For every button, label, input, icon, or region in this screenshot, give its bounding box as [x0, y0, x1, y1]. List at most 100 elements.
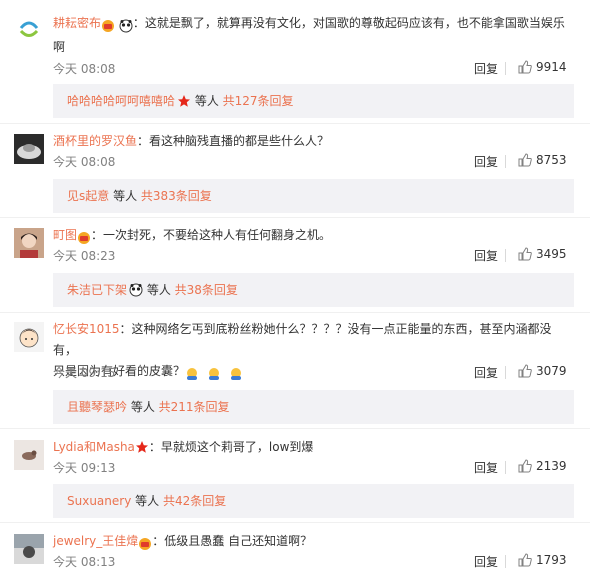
avatar[interactable] [14, 228, 44, 258]
comment-text: ：这就是飘了，就算再没有文化，对国歌的尊敬起码应该有，也不能拿国歌当娱乐 [132, 16, 565, 30]
sub-reply-count-link[interactable]: 共127条回复 [223, 94, 294, 108]
avatar-image [14, 228, 44, 258]
comment-body: Lydia和Masha ：早就烦这个莉哥了，low到爆 [53, 437, 574, 458]
comment-time: 今天 08:08 [53, 155, 116, 169]
comment-meta: 今天 08:23 回复 3495 [53, 245, 574, 265]
thumbs-up-icon [518, 60, 532, 74]
comment-divider [0, 428, 590, 429]
reply-button[interactable]: 回复 [474, 60, 498, 77]
avatar-image [14, 534, 44, 564]
comment-divider [0, 217, 590, 218]
username-link[interactable]: 町图 [53, 228, 77, 242]
thumbs-up-icon [518, 153, 532, 167]
comment-item: jewelry_王佳煒 ：低级且愚蠢 自己还知道啊？ 今天 08:13 回复 1… [0, 534, 590, 576]
like-button[interactable]: 3495 [518, 246, 574, 264]
red-star-icon [135, 441, 148, 453]
thumbs-up-icon [518, 364, 532, 378]
comment-divider [0, 312, 590, 313]
sub-reply-count-link[interactable]: 共211条回复 [159, 400, 230, 414]
reply-button[interactable]: 回复 [474, 364, 498, 381]
reply-button[interactable]: 回复 [474, 153, 498, 170]
sub-reply-count-link[interactable]: 共38条回复 [175, 283, 238, 297]
comment-meta: 今天 08:13 回复 1793 [53, 551, 574, 571]
sub-reply-count-link[interactable]: 共383条回复 [141, 189, 212, 203]
sub-reply-mid: 等人 [109, 189, 141, 203]
divider [505, 555, 506, 568]
comment-body: 酒杯里的罗汉鱼：看这种脑残直播的都是些什么人？ [53, 131, 574, 152]
like-count: 8753 [536, 153, 567, 167]
divider [505, 249, 506, 262]
divider [505, 62, 506, 75]
sub-reply-mid: 等人 [143, 283, 175, 297]
sub-replies-bar[interactable]: 见s起意 等人 共383条回复 [53, 179, 574, 213]
sub-reply-user[interactable]: 且聽琴瑟吟 [67, 400, 127, 414]
username-link[interactable]: 耕耘密布 [53, 16, 101, 30]
comment-body: 耕耘密布 ：这就是飘了，就算再没有文化，对国歌的尊敬起码应该有，也不能拿国歌当娱… [53, 13, 574, 58]
like-button[interactable]: 9914 [518, 59, 574, 77]
reply-button[interactable]: 回复 [474, 459, 498, 476]
comment-meta: 今天 09:13 回复 2139 [53, 457, 574, 477]
vip-badge-icon [78, 232, 91, 244]
sub-reply-mid: 等人 [127, 400, 159, 414]
avatar-image [14, 14, 44, 44]
sub-reply-mid: 等人 [131, 494, 163, 508]
like-count: 2139 [536, 459, 567, 473]
sub-reply-mid: 等人 [191, 94, 223, 108]
comment-item: 酒杯里的罗汉鱼：看这种脑残直播的都是些什么人？ 今天 08:08 回复 8753… [0, 134, 590, 218]
comment-text-cont: 啊 [53, 40, 66, 54]
comment-text: ：早就烦这个莉哥了，low到爆 [148, 440, 314, 454]
sub-replies-bar[interactable]: 朱洁已下架 等人 共38条回复 [53, 273, 574, 307]
sub-reply-count-link[interactable]: 共42条回复 [163, 494, 226, 508]
comment-feed: 耕耘密布 ：这就是飘了，就算再没有文化，对国歌的尊敬起码应该有，也不能拿国歌当娱… [0, 0, 590, 576]
sub-reply-user[interactable]: 见s起意 [67, 189, 109, 203]
username-link[interactable]: 酒杯里的罗汉鱼 [53, 134, 137, 148]
comment-time: 今天 09:13 [53, 461, 116, 475]
like-count: 3495 [536, 247, 567, 261]
like-button[interactable]: 2139 [518, 458, 574, 476]
comment-time: 今天 08:13 [53, 555, 116, 569]
avatar[interactable] [14, 440, 44, 470]
reply-button[interactable]: 回复 [474, 247, 498, 264]
thumbs-up-icon [518, 459, 532, 473]
comment-text: ：一次封死，不要给这种人有任何翻身之机。 [91, 228, 332, 242]
sub-replies-bar[interactable]: 且聽琴瑟吟 等人 共211条回复 [53, 390, 574, 424]
comment-item: Lydia和Masha ：早就烦这个莉哥了，low到爆 今天 09:13 回复 2… [0, 440, 590, 524]
sub-replies-bar[interactable]: Suxuanery 等人 共42条回复 [53, 484, 574, 518]
comment-time: 今天 08:23 [53, 249, 116, 263]
username-link[interactable]: 忆长安1015 [53, 322, 120, 336]
divider [505, 366, 506, 379]
like-count: 9914 [536, 60, 567, 74]
username-link[interactable]: Lydia和Masha [53, 440, 135, 454]
divider [505, 155, 506, 168]
panda-emoji-icon [119, 19, 133, 33]
divider [505, 461, 506, 474]
comment-divider [0, 522, 590, 523]
reply-button[interactable]: 回复 [474, 553, 498, 570]
sub-reply-user[interactable]: Suxuanery [67, 494, 131, 508]
comment-meta: 今天 09:15 回复 3079 [53, 362, 574, 382]
like-button[interactable]: 8753 [518, 152, 574, 170]
like-count: 3079 [536, 364, 567, 378]
avatar[interactable] [14, 134, 44, 164]
avatar-image [14, 440, 44, 470]
username-link[interactable]: jewelry_王佳煒 [53, 534, 138, 548]
sub-reply-user[interactable]: 哈哈哈哈呵呵嘻嘻哈 [67, 94, 175, 108]
comment-time: 今天 08:08 [53, 62, 116, 76]
comment-meta: 今天 08:08 回复 8753 [53, 151, 574, 171]
comment-text: ：低级且愚蠢 自己还知道啊？ [152, 534, 313, 548]
comment-divider [0, 123, 590, 124]
comment-item: 耕耘密布 ：这就是飘了，就算再没有文化，对国歌的尊敬起码应该有，也不能拿国歌当娱… [0, 14, 590, 124]
avatar[interactable] [14, 14, 44, 44]
sub-reply-user[interactable]: 朱洁已下架 [67, 283, 127, 297]
vip-badge-icon [139, 538, 152, 550]
like-button[interactable]: 1793 [518, 552, 574, 570]
red-star-icon [178, 95, 191, 107]
like-button[interactable]: 3079 [518, 363, 574, 381]
avatar[interactable] [14, 534, 44, 564]
sub-replies-bar[interactable]: 哈哈哈哈呵呵嘻嘻哈 等人 共127条回复 [53, 84, 574, 118]
comment-text: ：看这种脑残直播的都是些什么人？ [137, 134, 330, 148]
like-count: 1793 [536, 553, 567, 567]
user-badges [101, 16, 133, 37]
avatar[interactable] [14, 322, 44, 352]
comment-item: 町图 ：一次封死，不要给这种人有任何翻身之机。 今天 08:23 回复 3495… [0, 228, 590, 312]
